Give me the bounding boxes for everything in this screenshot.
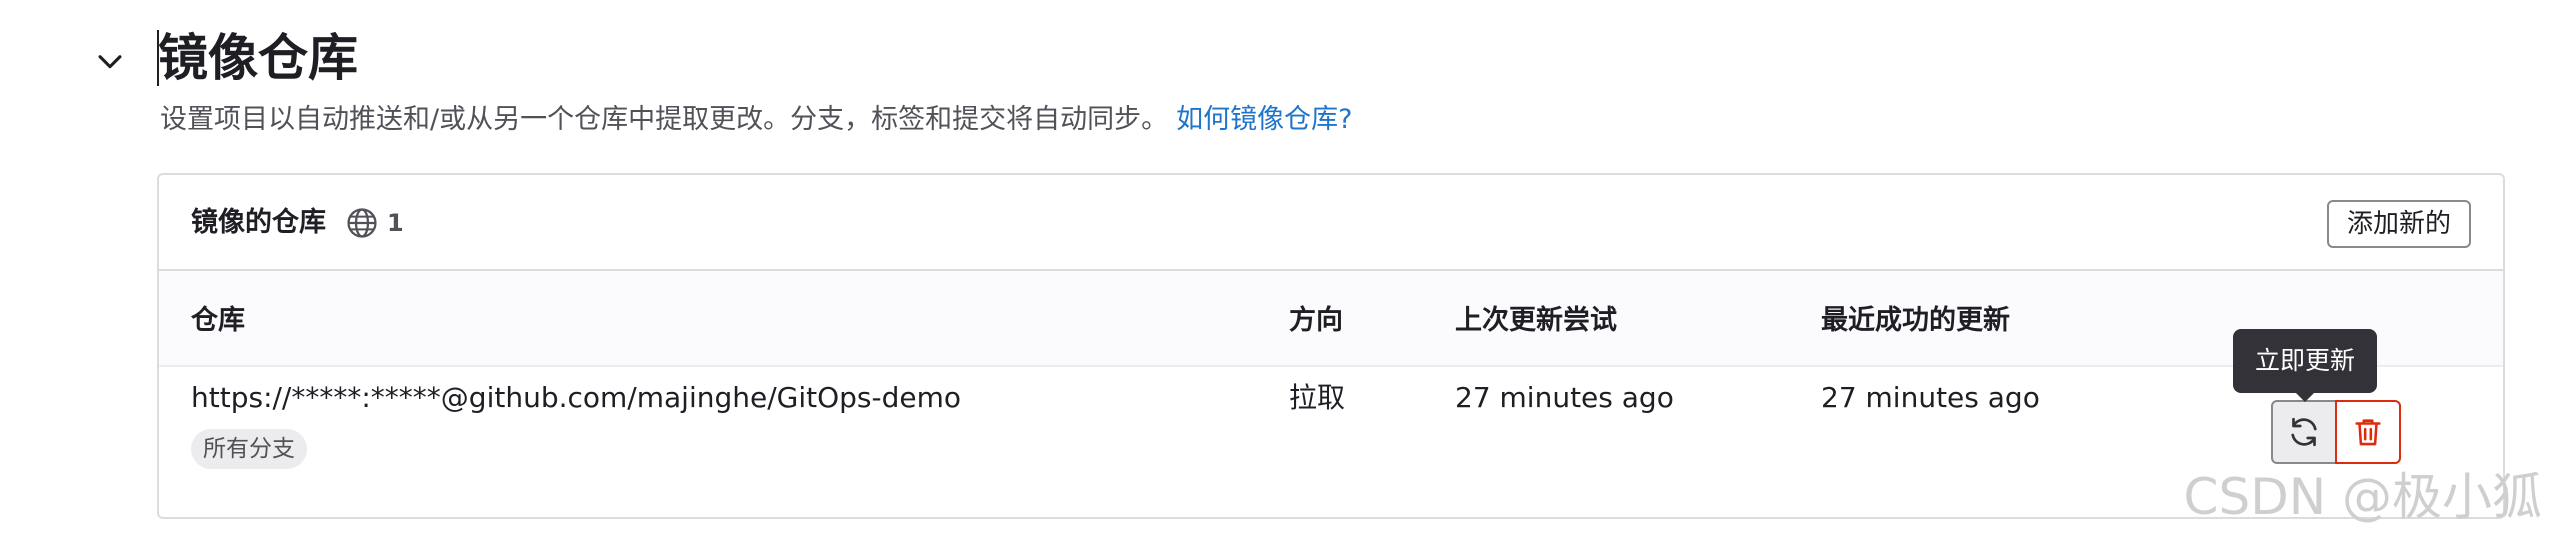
description-text: 设置项目以自动推送和/或从另一个仓库中提取更改。分支，标签和提交将自动同步。 [160,104,1169,135]
card-header: 镜像的仓库 1 添加新的 [159,175,2503,271]
tooltip-arrow [2295,392,2315,402]
row-actions [2271,400,2401,464]
retry-icon [2291,417,2317,447]
header-last-attempt: 上次更新尝试 [1455,305,1617,336]
last-success-value: 27 minutes ago [1821,381,2040,414]
header-direction: 方向 [1289,305,1343,336]
mirror-count: 1 [387,209,404,237]
table-header: 仓库 方向 上次更新尝试 最近成功的更新 [159,271,2503,367]
header-last-success: 最近成功的更新 [1821,305,2010,336]
add-new-button[interactable]: 添加新的 [2326,200,2471,248]
mirrored-repos-card: 镜像的仓库 1 添加新的 仓库 方向 上次更新尝试 最近成功的更新 https:… [157,173,2505,519]
update-now-tooltip: 立即更新 [2233,329,2378,393]
card-title: 镜像的仓库 [191,207,326,238]
delete-mirror-button[interactable] [2335,400,2401,464]
watermark: CSDN @极小狐 [2183,468,2542,526]
direction-value: 拉取 [1289,381,1346,414]
trash-icon [2355,419,2381,446]
help-link[interactable]: 如何镜像仓库? [1176,104,1352,135]
section-description: 设置项目以自动推送和/或从另一个仓库中提取更改。分支，标签和提交将自动同步。 如何… [160,100,1352,140]
section-title: 镜像仓库 [158,29,358,87]
repo-url: https://*****:*****@github.com/majinghe/… [191,381,962,414]
last-attempt-value: 27 minutes ago [1455,381,1674,414]
update-now-button[interactable] [2271,400,2337,464]
header-repo: 仓库 [191,305,245,336]
globe-icon [347,208,377,238]
branches-badge: 所有分支 [191,429,307,469]
chevron-down-icon[interactable] [93,44,127,78]
